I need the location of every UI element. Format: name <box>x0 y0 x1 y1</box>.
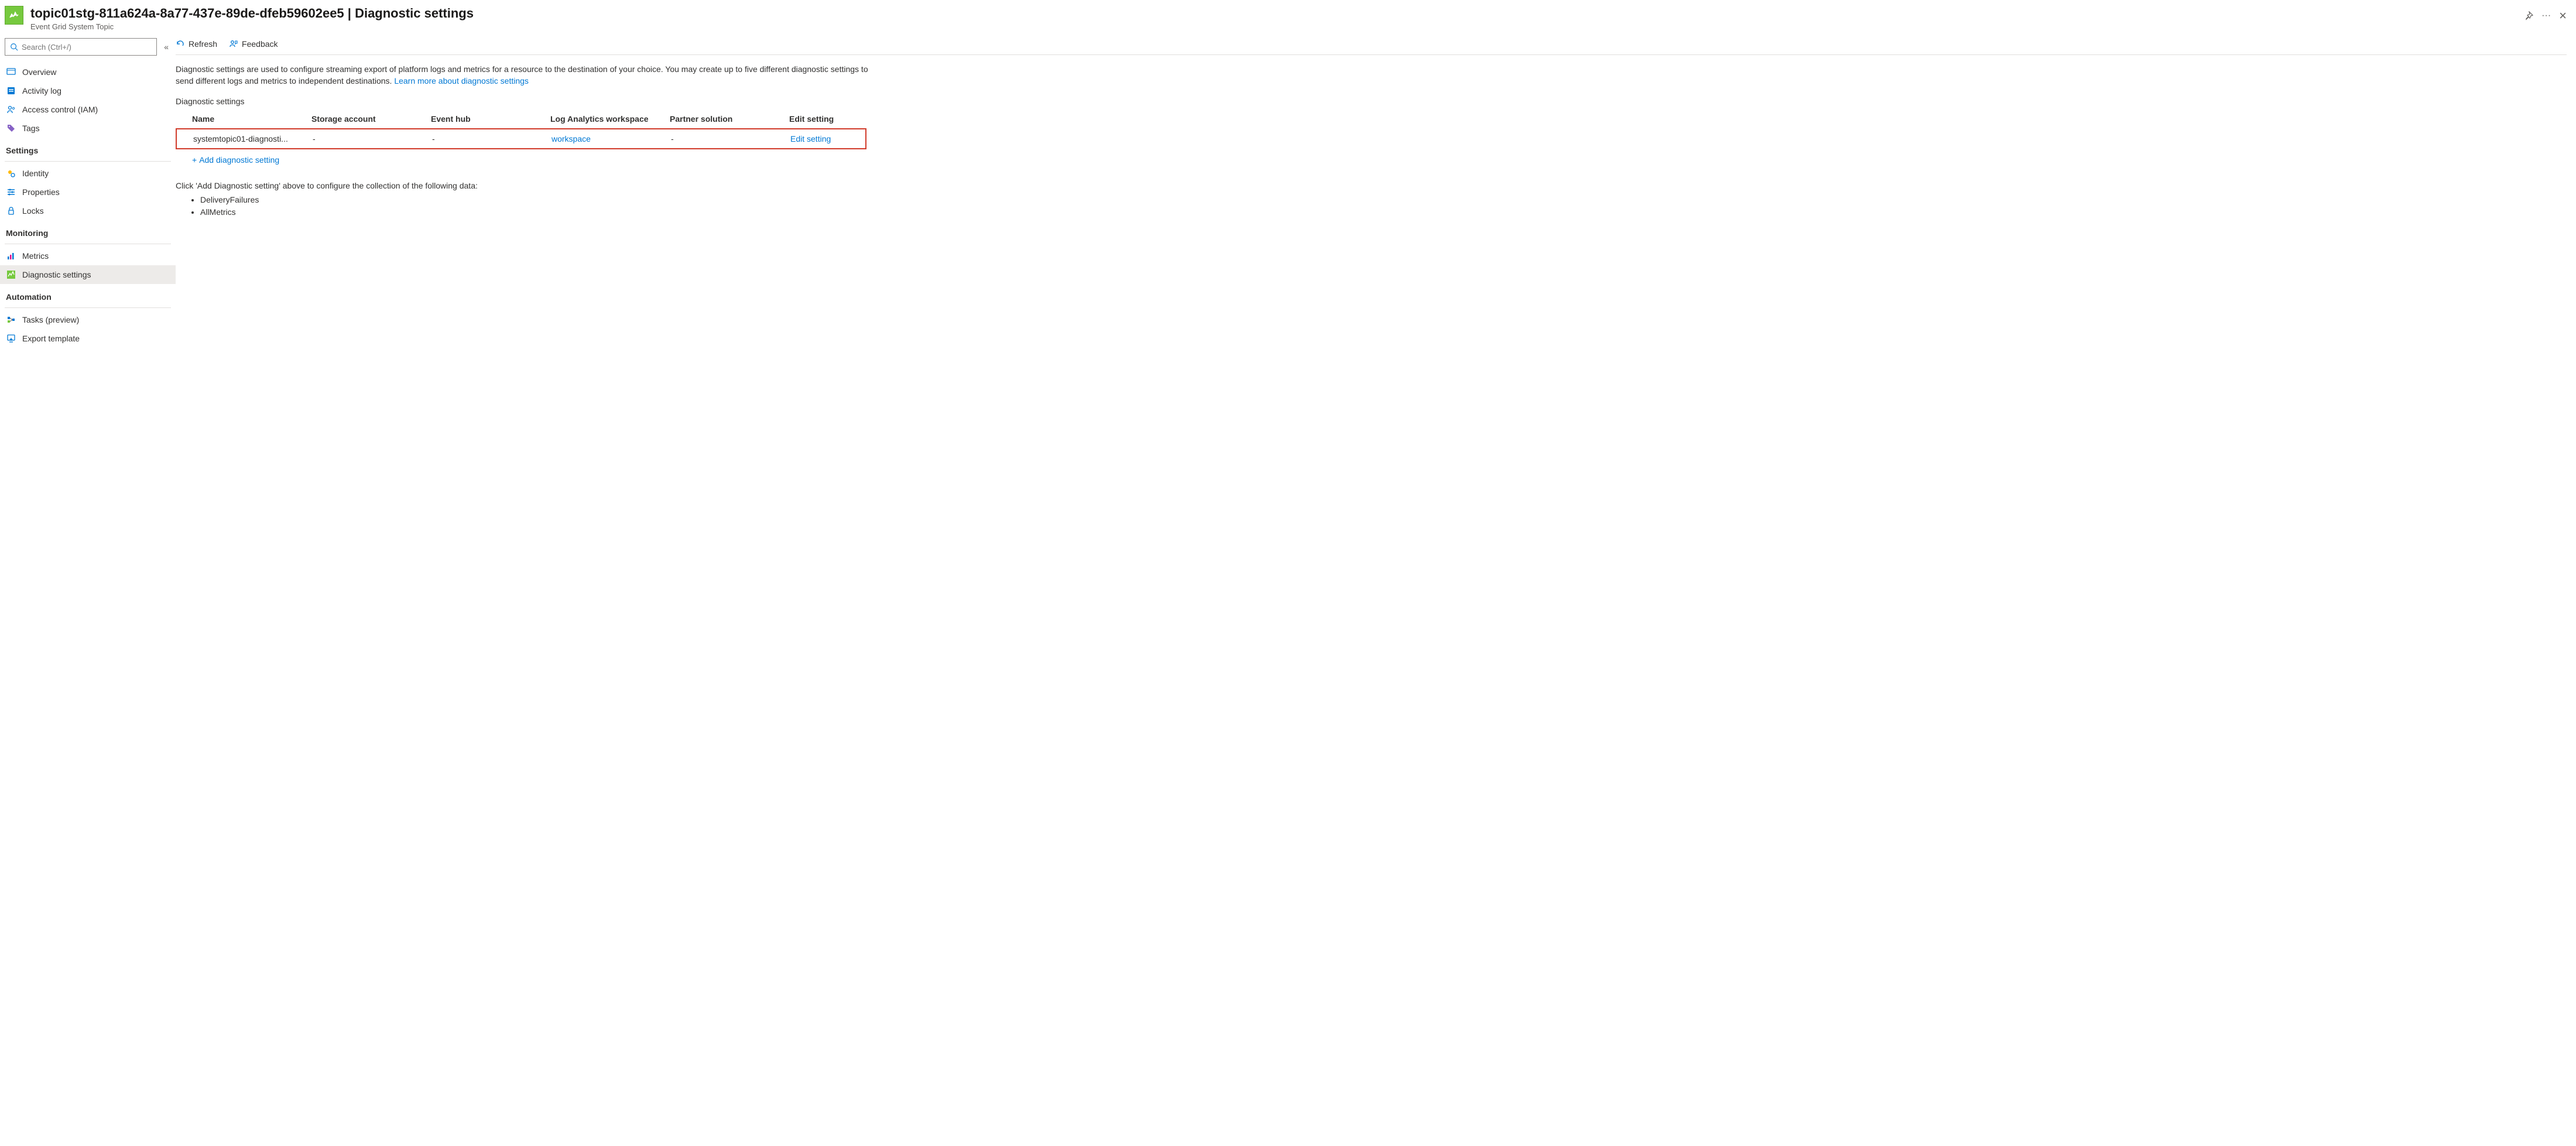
sidebar-item-properties[interactable]: Properties <box>0 183 176 201</box>
workspace-link[interactable]: workspace <box>551 134 669 143</box>
search-input[interactable] <box>22 43 152 52</box>
description-text: Diagnostic settings are used to configur… <box>176 63 878 87</box>
cell-eventhub: - <box>432 134 549 143</box>
sidebar-item-label: Diagnostic settings <box>22 270 91 279</box>
sidebar-item-label: Identity <box>22 169 49 178</box>
sidebar-item-label: Tasks (preview) <box>22 315 79 324</box>
cell-partner: - <box>671 134 788 143</box>
sidebar-item-overview[interactable]: Overview <box>0 63 176 81</box>
sidebar: « Overview Activity log Access control (… <box>0 36 176 360</box>
sidebar-item-label: Access control (IAM) <box>22 105 98 114</box>
sidebar-item-access-control[interactable]: Access control (IAM) <box>0 100 176 119</box>
collection-hint-text: Click 'Add Diagnostic setting' above to … <box>176 181 2567 190</box>
collapse-sidebar-icon[interactable]: « <box>162 40 171 54</box>
divider <box>5 307 171 308</box>
collection-bullet-list: DeliveryFailures AllMetrics <box>176 194 2567 218</box>
diagnostic-settings-label: Diagnostic settings <box>176 97 2567 106</box>
sidebar-item-metrics[interactable]: Metrics <box>0 247 176 265</box>
feedback-label: Feedback <box>242 39 278 49</box>
sidebar-item-label: Export template <box>22 334 80 343</box>
edit-setting-link[interactable]: Edit setting <box>790 134 884 143</box>
pin-icon[interactable] <box>2524 11 2533 20</box>
col-partner: Partner solution <box>670 114 787 124</box>
refresh-icon <box>176 39 185 49</box>
sidebar-item-export-template[interactable]: Export template <box>0 329 176 348</box>
sidebar-item-tags[interactable]: Tags <box>0 119 176 138</box>
add-diagnostic-setting-label: Add diagnostic setting <box>199 155 279 165</box>
sidebar-group-monitoring: Monitoring <box>0 220 176 241</box>
refresh-label: Refresh <box>189 39 217 49</box>
resource-type-label: Event Grid System Topic <box>30 22 2524 31</box>
feedback-button[interactable]: Feedback <box>229 39 278 49</box>
blade-header: topic01stg-811a624a-8a77-437e-89de-dfeb5… <box>0 0 2576 36</box>
sidebar-item-locks[interactable]: Locks <box>0 201 176 220</box>
more-icon[interactable]: ··· <box>2541 11 2551 21</box>
tags-icon <box>6 123 16 134</box>
close-icon[interactable]: × <box>2559 9 2567 22</box>
toolbar: Refresh Feedback <box>176 36 2567 55</box>
plus-icon: + <box>192 155 197 165</box>
sidebar-item-activity-log[interactable]: Activity log <box>0 81 176 100</box>
identity-icon <box>6 168 16 179</box>
col-edit: Edit setting <box>789 114 883 124</box>
diagnostic-settings-table: Name Storage account Event hub Log Analy… <box>176 110 866 170</box>
list-item: AllMetrics <box>200 206 2567 218</box>
col-law: Log Analytics workspace <box>550 114 667 124</box>
learn-more-link[interactable]: Learn more about diagnostic settings <box>394 76 529 85</box>
col-storage: Storage account <box>311 114 429 124</box>
sidebar-group-automation: Automation <box>0 284 176 305</box>
metrics-icon <box>6 251 16 261</box>
table-row: systemtopic01-diagnosti... - - workspace… <box>177 129 865 148</box>
list-item: DeliveryFailures <box>200 194 2567 206</box>
properties-icon <box>6 187 16 197</box>
resource-type-icon <box>5 6 23 25</box>
cell-name: systemtopic01-diagnosti... <box>193 134 310 143</box>
activity-log-icon <box>6 85 16 96</box>
search-icon <box>10 43 18 51</box>
table-header-row: Name Storage account Event hub Log Analy… <box>176 110 866 128</box>
tasks-icon <box>6 314 16 325</box>
main-content: Refresh Feedback Diagnostic settings are… <box>176 36 2576 360</box>
sidebar-item-tasks[interactable]: Tasks (preview) <box>0 310 176 329</box>
sidebar-item-label: Metrics <box>22 251 49 261</box>
sidebar-item-identity[interactable]: Identity <box>0 164 176 183</box>
sidebar-group-settings: Settings <box>0 138 176 159</box>
col-name: Name <box>192 114 309 124</box>
lock-icon <box>6 206 16 216</box>
sidebar-item-label: Tags <box>22 124 40 133</box>
page-title: topic01stg-811a624a-8a77-437e-89de-dfeb5… <box>30 6 2524 21</box>
sidebar-item-label: Activity log <box>22 86 61 95</box>
sidebar-item-label: Properties <box>22 187 60 197</box>
sidebar-item-label: Overview <box>22 67 56 77</box>
sidebar-item-label: Locks <box>22 206 44 215</box>
divider <box>5 161 171 162</box>
col-eventhub: Event hub <box>431 114 548 124</box>
search-input-wrapper[interactable] <box>5 38 157 56</box>
refresh-button[interactable]: Refresh <box>176 39 217 49</box>
feedback-icon <box>229 39 238 49</box>
overview-icon <box>6 67 16 77</box>
add-diagnostic-setting-button[interactable]: +Add diagnostic setting <box>176 149 866 170</box>
sidebar-item-diagnostic-settings[interactable]: Diagnostic settings <box>0 265 176 284</box>
export-template-icon <box>6 333 16 344</box>
access-control-icon <box>6 104 16 115</box>
cell-storage: - <box>313 134 430 143</box>
diagnostic-settings-icon <box>6 269 16 280</box>
